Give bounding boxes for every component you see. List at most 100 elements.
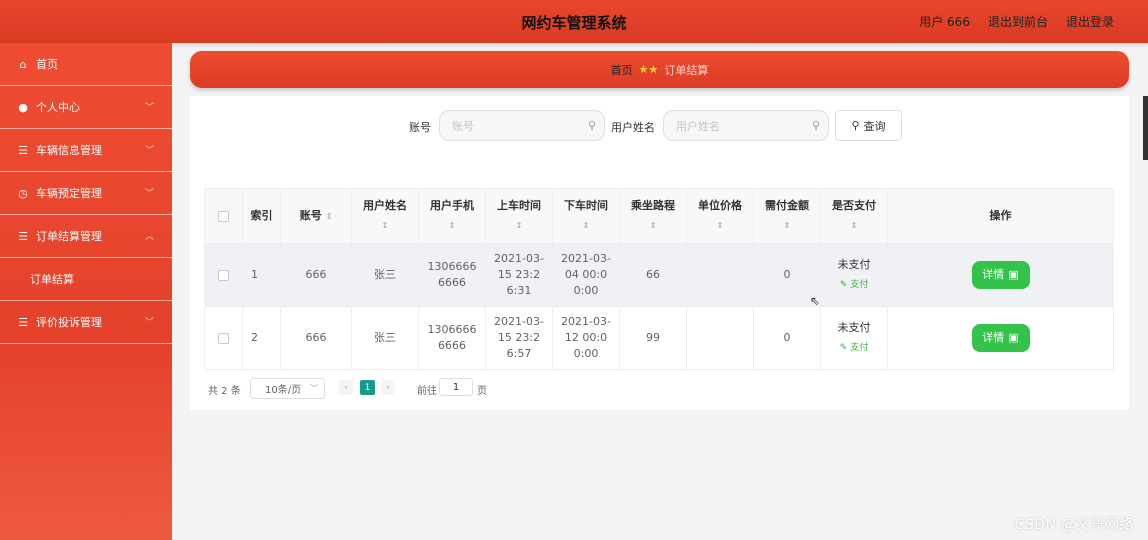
- search-icon: ⚲: [811, 119, 820, 132]
- pagination: 共 2 条 10条/页 ﹀ ‹ 1 › 前往 1 页: [208, 378, 708, 400]
- sidebar: ⌂ 首页 ● 个人中心 ﹀ ☰ 车辆信息管理 ﹀ ◷ 车辆预定管理 ﹀ ☰ 订单…: [0, 43, 172, 540]
- cell-unit-price: [687, 307, 754, 369]
- header-unit-price[interactable]: 单位价格 ⇕: [687, 189, 754, 243]
- list-icon: ☰: [18, 229, 28, 243]
- document-icon: ▣: [1008, 268, 1019, 281]
- cell-actions: 详情 ▣: [888, 244, 1113, 306]
- table-header: 索引 账号 ⇕ 用户姓名 ⇕ 用户手机 ⇕ 上车时间 ⇕ 下车时间 ⇕ 乘坐路程 ⇕ 单位…: [205, 189, 1113, 244]
- header-index: 索引: [243, 189, 281, 243]
- pay-link[interactable]: ✎ 支付: [840, 277, 868, 293]
- header-links: 用户 666 退出到前台 退出登录: [919, 13, 1114, 30]
- row-checkbox[interactable]: [205, 307, 243, 369]
- search-icon: ⚲: [587, 119, 596, 132]
- chevron-down-icon: ﹀: [144, 146, 154, 156]
- sidebar-item-label: 评价投诉管理: [36, 316, 102, 329]
- sidebar-item-reviews[interactable]: ☰ 评价投诉管理 ﹀: [0, 301, 172, 344]
- sidebar-item-profile[interactable]: ● 个人中心 ﹀: [0, 86, 172, 129]
- search-bar: 账号 账号 ⚲ 用户姓名 用户姓名 ⚲ ⚲ 查询: [190, 110, 1129, 142]
- list-icon: ☰: [18, 143, 28, 157]
- next-page-button[interactable]: ›: [381, 380, 395, 395]
- goto-label: 前往: [417, 386, 437, 397]
- order-table: 索引 账号 ⇕ 用户姓名 ⇕ 用户手机 ⇕ 上车时间 ⇕ 下车时间 ⇕ 乘坐路程 ⇕ 单位…: [204, 188, 1114, 370]
- detail-button[interactable]: 详情 ▣: [971, 261, 1030, 289]
- table-row: 1 666 张三 13066666666 2021-03-15 23:26:31…: [205, 244, 1113, 307]
- query-button[interactable]: ⚲ 查询: [835, 110, 902, 141]
- sidebar-item-vehicle-info[interactable]: ☰ 车辆信息管理 ﹀: [0, 129, 172, 172]
- header-alight-time[interactable]: 下车时间 ⇕: [553, 189, 620, 243]
- header-amount[interactable]: 需付金额 ⇕: [754, 189, 821, 243]
- cell-unit-price: [687, 244, 754, 306]
- account-label: 账号: [409, 121, 431, 134]
- goto-page-input[interactable]: 1: [439, 378, 473, 396]
- header-phone[interactable]: 用户手机 ⇕: [419, 189, 486, 243]
- edit-icon: ✎: [839, 343, 848, 353]
- cell-board-time: 2021-03-15 23:26:57: [486, 307, 553, 369]
- account-search-input[interactable]: 账号 ⚲: [439, 110, 605, 141]
- star-icon: ★★: [638, 63, 659, 76]
- chevron-down-icon: ﹀: [144, 318, 154, 328]
- table-row: 2 666 张三 13066666666 2021-03-15 23:26:57…: [205, 307, 1113, 370]
- name-search-input[interactable]: 用户姓名 ⚲: [663, 110, 829, 141]
- cell-index: 2: [243, 307, 281, 369]
- cell-account: 666: [281, 244, 352, 306]
- detail-button[interactable]: 详情 ▣: [971, 324, 1030, 352]
- total-count: 共 2 条: [208, 386, 241, 397]
- cell-board-time: 2021-03-15 23:26:31: [486, 244, 553, 306]
- cell-paid: 未支付 ✎ 支付: [821, 244, 888, 306]
- top-header: 网约车管理系统 用户 666 退出到前台 退出登录: [0, 0, 1148, 43]
- chevron-up-icon: ︿: [144, 232, 154, 242]
- breadcrumb-current: 订单结算: [664, 63, 709, 77]
- select-all-checkbox[interactable]: [205, 189, 243, 243]
- scrollbar[interactable]: [1143, 96, 1148, 160]
- user-icon: ●: [18, 100, 28, 114]
- sidebar-item-label: 车辆预定管理: [36, 187, 102, 200]
- sidebar-item-label: 车辆信息管理: [36, 144, 102, 157]
- mouse-cursor-icon: ⇖: [810, 294, 821, 308]
- chevron-down-icon: ﹀: [144, 189, 154, 199]
- watermark: CSDN @文哥网络: [1014, 517, 1134, 533]
- list-icon: ☰: [18, 315, 28, 329]
- cell-alight-time: 2021-03-12 00:00:00: [553, 307, 620, 369]
- search-icon: ⚲: [851, 119, 860, 132]
- submenu-item-label: 订单结算: [30, 273, 74, 286]
- cell-actions: 详情 ▣: [888, 307, 1113, 369]
- cell-phone: 13066666666: [419, 244, 486, 306]
- header-actions: 操作: [989, 209, 1012, 222]
- page-size-select[interactable]: 10条/页 ﹀: [250, 378, 325, 399]
- name-label: 用户姓名: [611, 121, 655, 134]
- clock-icon: ◷: [18, 186, 28, 200]
- submenu-item-order-settlement[interactable]: 订单结算: [0, 258, 172, 301]
- pay-link[interactable]: ✎ 支付: [840, 340, 868, 356]
- sidebar-item-label: 个人中心: [36, 101, 80, 114]
- cell-amount: 0: [754, 307, 821, 369]
- breadcrumb-home[interactable]: 首页: [611, 62, 633, 78]
- header-name[interactable]: 用户姓名 ⇕: [352, 189, 419, 243]
- goto-unit: 页: [477, 386, 487, 397]
- breadcrumb: 首页 ★★ 订单结算: [190, 51, 1129, 88]
- header-paid[interactable]: 是否支付 ⇕: [821, 189, 888, 243]
- chevron-down-icon: ﹀: [310, 384, 318, 393]
- prev-page-button[interactable]: ‹: [339, 380, 353, 395]
- pay-status: 未支付: [837, 258, 871, 271]
- sidebar-item-vehicle-booking[interactable]: ◷ 车辆预定管理 ﹀: [0, 172, 172, 215]
- cell-distance: 66: [620, 244, 687, 306]
- header-board-time[interactable]: 上车时间 ⇕: [486, 189, 553, 243]
- cell-index: 1: [243, 244, 281, 306]
- logout-link[interactable]: 退出登录: [1066, 13, 1114, 30]
- header-account[interactable]: 账号 ⇕: [281, 189, 352, 243]
- document-icon: ▣: [1008, 331, 1019, 344]
- sidebar-item-home[interactable]: ⌂ 首页: [0, 43, 172, 86]
- current-user[interactable]: 用户 666: [919, 13, 970, 30]
- back-to-front-link[interactable]: 退出到前台: [988, 13, 1048, 30]
- home-icon: ⌂: [19, 57, 27, 71]
- cell-name: 张三: [352, 244, 419, 306]
- cell-distance: 99: [620, 307, 687, 369]
- cell-paid: 未支付 ✎ 支付: [821, 307, 888, 369]
- header-distance[interactable]: 乘坐路程 ⇕: [620, 189, 687, 243]
- row-checkbox[interactable]: [205, 244, 243, 306]
- cell-name: 张三: [352, 307, 419, 369]
- sidebar-item-order-settlement[interactable]: ☰ 订单结算管理 ︿: [0, 215, 172, 258]
- page-number-active[interactable]: 1: [360, 380, 375, 395]
- cell-alight-time: 2021-03-04 00:00:00: [553, 244, 620, 306]
- edit-icon: ✎: [839, 280, 848, 290]
